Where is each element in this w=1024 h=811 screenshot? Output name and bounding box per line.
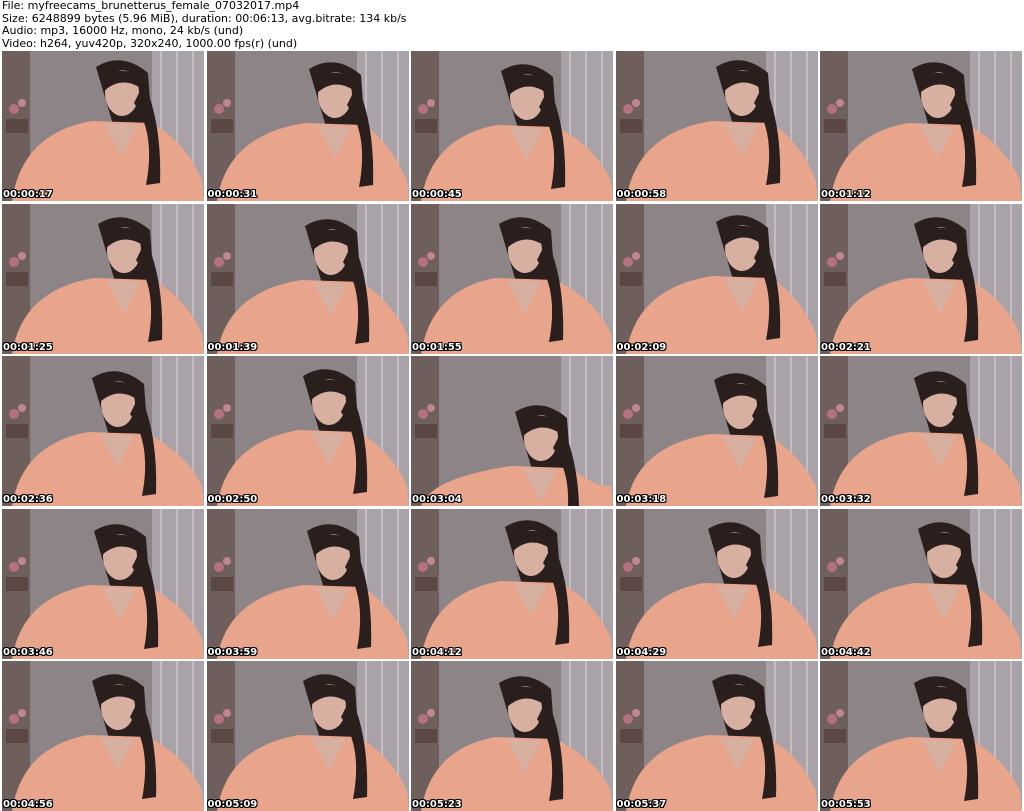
video-thumbnail: 00:00:17 xyxy=(2,51,204,201)
thumbnail-timestamp: 00:01:25 xyxy=(3,341,53,353)
video-thumbnail: 00:05:09 xyxy=(206,661,409,811)
video-info-line: Video: h264, yuv420p, 320x240, 1000.00 f… xyxy=(2,36,298,50)
video-thumbnail: 00:03:04 xyxy=(411,356,613,506)
video-thumbnail: 00:02:50 xyxy=(206,356,409,506)
video-frame-image xyxy=(615,356,818,506)
video-frame-image xyxy=(2,661,204,811)
thumbnail-timestamp: 00:00:17 xyxy=(3,189,53,200)
thumbnail-timestamp: 00:03:18 xyxy=(616,494,667,505)
thumbnail-timestamp: 00:02:36 xyxy=(3,494,53,505)
thumbnail-timestamp: 00:04:42 xyxy=(821,646,871,658)
video-frame-image xyxy=(206,508,409,659)
video-frame-image xyxy=(411,508,613,659)
thumbnail-timestamp: 00:03:46 xyxy=(3,646,53,658)
file-name-line: File: myfreecams_brunetterus_female_0703… xyxy=(2,0,300,12)
thumbnail-timestamp: 00:05:23 xyxy=(412,799,462,810)
video-frame-image xyxy=(411,51,613,201)
thumbnail-timestamp: 00:01:55 xyxy=(412,341,462,353)
video-thumbnail: 00:04:56 xyxy=(2,661,204,811)
thumbnail-timestamp: 00:05:37 xyxy=(616,799,667,810)
thumbnail-timestamp: 00:04:56 xyxy=(3,799,53,810)
thumbnail-timestamp: 00:02:50 xyxy=(207,494,258,505)
thumbnail-timestamp: 00:03:32 xyxy=(821,494,871,505)
audio-info-line: Audio: mp3, 16000 Hz, mono, 24 kb/s (und… xyxy=(2,24,244,37)
video-thumbnail: 00:05:37 xyxy=(615,661,818,811)
video-frame-image xyxy=(820,356,1022,506)
video-thumbnail: 00:05:23 xyxy=(411,661,613,811)
file-info-header: File: myfreecams_brunetterus_female_0703… xyxy=(2,0,1020,50)
thumbnail-timestamp: 00:00:58 xyxy=(616,189,667,200)
video-thumbnail: 00:03:18 xyxy=(615,356,818,506)
video-frame-image xyxy=(2,508,204,659)
video-thumbnail: 00:01:55 xyxy=(411,203,613,354)
video-frame-image xyxy=(615,661,818,811)
video-frame-image xyxy=(2,203,204,354)
video-frame-image xyxy=(820,508,1022,659)
video-frame-image xyxy=(2,356,204,506)
video-thumbnail: 00:01:25 xyxy=(2,203,204,354)
thumbnail-timestamp: 00:05:09 xyxy=(207,799,258,810)
video-frame-image xyxy=(820,661,1022,811)
video-frame-image xyxy=(2,51,204,201)
video-thumbnail: 00:04:29 xyxy=(615,508,818,659)
thumbnail-timestamp: 00:02:09 xyxy=(616,341,667,353)
thumbnail-timestamp: 00:00:31 xyxy=(207,189,258,200)
thumbnail-timestamp: 00:00:45 xyxy=(412,189,462,200)
video-frame-image xyxy=(615,508,818,659)
thumbnail-timestamp: 00:05:53 xyxy=(821,799,871,810)
video-thumbnail: 00:02:09 xyxy=(615,203,818,354)
thumbnail-timestamp: 00:01:39 xyxy=(207,341,258,353)
thumbnail-timestamp: 00:02:21 xyxy=(821,341,871,353)
video-thumbnail: 00:05:53 xyxy=(820,661,1022,811)
video-frame-image xyxy=(820,203,1022,354)
video-frame-image xyxy=(820,51,1022,201)
video-thumbnail: 00:00:45 xyxy=(411,51,613,201)
video-frame-image xyxy=(206,203,409,354)
video-frame-image xyxy=(411,356,613,506)
video-thumbnail: 00:03:32 xyxy=(820,356,1022,506)
video-thumbnail: 00:04:42 xyxy=(820,508,1022,659)
thumbnail-timestamp: 00:04:29 xyxy=(616,646,667,658)
video-thumbnail: 00:02:21 xyxy=(820,203,1022,354)
video-thumbnail: 00:02:36 xyxy=(2,356,204,506)
thumbnail-grid: 00:00:17 00:00:31 00:00:45 00:00:58 00:01:12… xyxy=(2,51,1022,811)
video-frame-image xyxy=(411,661,613,811)
video-frame-image xyxy=(615,203,818,354)
video-thumbnail: 00:03:59 xyxy=(206,508,409,659)
video-thumbnail: 00:01:12 xyxy=(820,51,1022,201)
video-frame-image xyxy=(411,203,613,354)
video-frame-image xyxy=(206,356,409,506)
video-frame-image xyxy=(206,51,409,201)
video-thumbnail: 00:00:58 xyxy=(615,51,818,201)
video-thumbnail: 00:03:46 xyxy=(2,508,204,659)
thumbnail-timestamp: 00:03:59 xyxy=(207,646,258,658)
video-thumbnail: 00:01:39 xyxy=(206,203,409,354)
video-frame-image xyxy=(206,661,409,811)
thumbnail-timestamp: 00:03:04 xyxy=(412,494,462,505)
video-thumbnail: 00:04:12 xyxy=(411,508,613,659)
thumbnail-timestamp: 00:01:12 xyxy=(821,189,871,200)
thumbnail-timestamp: 00:04:12 xyxy=(412,646,462,658)
video-frame-image xyxy=(615,51,818,201)
video-thumbnail: 00:00:31 xyxy=(206,51,409,201)
